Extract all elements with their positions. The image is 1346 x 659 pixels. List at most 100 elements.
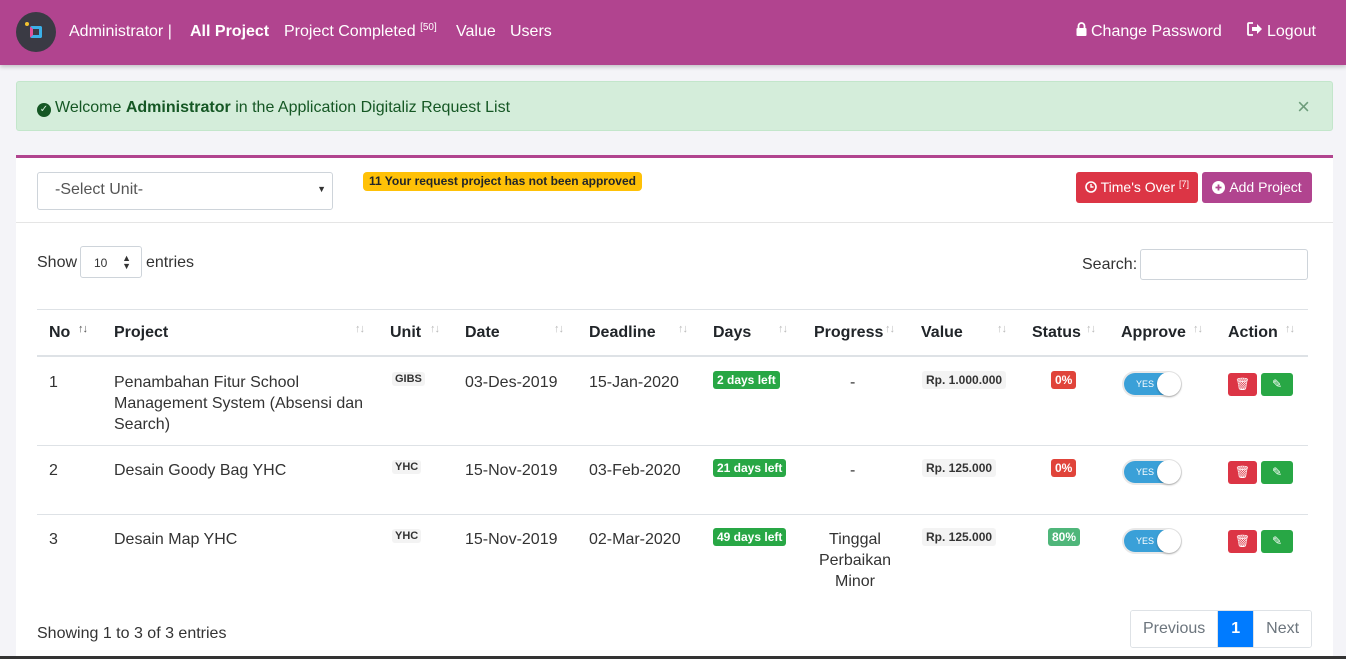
sort-icon[interactable]: ↑↓ bbox=[885, 323, 895, 335]
nav-logout[interactable]: Logout bbox=[1247, 22, 1316, 42]
logout-label: Logout bbox=[1267, 23, 1316, 40]
trash-icon: 🗑 bbox=[1234, 377, 1251, 391]
page-button[interactable]: 1 bbox=[1218, 611, 1254, 647]
trash-icon: 🗑 bbox=[1234, 465, 1251, 479]
toggle-knob bbox=[1157, 460, 1181, 484]
add-project-label: Add Project bbox=[1229, 179, 1302, 195]
welcome-alert: ✓ Welcome Administrator in the Applicatio… bbox=[16, 81, 1333, 131]
lock-icon bbox=[1076, 22, 1087, 36]
edit-icon: ✎ bbox=[1271, 377, 1283, 391]
col-header-progress[interactable]: Progress bbox=[814, 321, 883, 345]
sort-icon[interactable]: ↑↓ bbox=[678, 323, 688, 335]
updown-icon: ▲ ▼ bbox=[122, 253, 131, 271]
project-card: -Select Unit- ▼ 11 Your request project … bbox=[16, 155, 1333, 659]
welcome-prefix: Welcome bbox=[55, 99, 122, 116]
change-password-label: Change Password bbox=[1091, 23, 1222, 40]
entries-length-select[interactable]: 10 ▲ ▼ bbox=[80, 246, 142, 278]
nav-all-project[interactable]: All Project bbox=[190, 22, 269, 42]
cell-project-line: Desain Map YHC bbox=[114, 531, 238, 548]
sort-icon[interactable]: ↑↓ bbox=[355, 323, 365, 335]
cell-date: 15-Nov-2019 bbox=[465, 462, 558, 479]
approve-toggle-label: YES bbox=[1136, 536, 1155, 546]
value-badge: Rp. 1.000.000 bbox=[922, 371, 1007, 389]
chevron-down-icon: ▼ bbox=[317, 184, 326, 194]
sort-icon[interactable]: ↑↓ bbox=[778, 323, 788, 335]
app-logo[interactable] bbox=[16, 12, 56, 52]
delete-button[interactable]: 🗑 bbox=[1228, 461, 1257, 484]
sort-icon[interactable]: ↑↓ bbox=[78, 323, 88, 335]
sort-icon[interactable]: ↑↓ bbox=[430, 323, 440, 335]
col-header-no[interactable]: No bbox=[49, 321, 70, 345]
nav-users[interactable]: Users bbox=[510, 22, 552, 42]
trash-icon: 🗑 bbox=[1234, 534, 1251, 548]
edit-button[interactable]: ✎ bbox=[1261, 373, 1293, 396]
nav-change-password[interactable]: Change Password bbox=[1076, 22, 1222, 42]
table-head-border bbox=[37, 355, 1308, 357]
delete-button[interactable]: 🗑 bbox=[1228, 373, 1257, 396]
check-circle-icon: ✓ bbox=[37, 103, 51, 117]
sort-icon[interactable]: ↑↓ bbox=[1285, 323, 1295, 335]
col-header-approve[interactable]: Approve bbox=[1121, 321, 1186, 345]
welcome-text: ✓ Welcome Administrator in the Applicatio… bbox=[37, 98, 510, 118]
delete-button[interactable]: 🗑 bbox=[1228, 530, 1257, 553]
sort-icon[interactable]: ↑↓ bbox=[1086, 323, 1096, 335]
col-header-value[interactable]: Value bbox=[921, 321, 963, 345]
add-project-button[interactable]: Add Project bbox=[1202, 172, 1312, 203]
plus-circle-icon bbox=[1212, 181, 1226, 194]
cell-project-line: Desain Goody Bag YHC bbox=[114, 462, 287, 479]
entries-label: entries bbox=[146, 254, 195, 271]
previous-page-button[interactable]: Previous bbox=[1131, 611, 1219, 647]
show-label: Show bbox=[37, 254, 78, 271]
sort-icon[interactable]: ↑↓ bbox=[554, 323, 564, 335]
table-top-border bbox=[37, 309, 1308, 310]
sort-icon[interactable]: ↑↓ bbox=[997, 323, 1007, 335]
col-header-action[interactable]: Action bbox=[1228, 321, 1278, 345]
edit-button[interactable]: ✎ bbox=[1261, 461, 1293, 484]
edit-icon: ✎ bbox=[1271, 465, 1283, 479]
approval-warning-badge: 11 Your request project has not been app… bbox=[363, 172, 642, 191]
nav-project-completed[interactable]: Project Completed [50] bbox=[284, 22, 437, 42]
col-header-project[interactable]: Project bbox=[114, 321, 168, 345]
days-left-badge: 49 days left bbox=[713, 528, 787, 546]
unit-badge: YHC bbox=[392, 460, 422, 474]
search-label: Search: bbox=[1082, 256, 1138, 273]
cell-deadline: 03-Feb-2020 bbox=[589, 462, 681, 479]
clock-icon bbox=[1085, 181, 1097, 193]
approve-toggle-label: YES bbox=[1136, 379, 1155, 389]
toggle-knob bbox=[1157, 372, 1181, 396]
col-header-days[interactable]: Days bbox=[713, 321, 751, 345]
nav-value[interactable]: Value bbox=[456, 22, 496, 42]
col-header-deadline[interactable]: Deadline bbox=[589, 321, 656, 345]
cell-deadline: 02-Mar-2020 bbox=[589, 531, 681, 548]
cell-project-line: Search) bbox=[114, 416, 171, 433]
col-header-date[interactable]: Date bbox=[465, 321, 500, 345]
pagination: Previous 1 Next bbox=[1130, 610, 1313, 648]
search-input[interactable] bbox=[1140, 249, 1308, 280]
alert-close-icon[interactable]: × bbox=[1297, 96, 1310, 118]
cell-progress: - bbox=[850, 462, 856, 479]
cell-progress-line: Perbaikan bbox=[818, 552, 892, 569]
cell-progress: - bbox=[850, 374, 856, 391]
approve-toggle[interactable]: YES bbox=[1124, 529, 1181, 553]
times-over-button[interactable]: Time's Over [7] bbox=[1076, 172, 1198, 203]
entries-length-value: 10 bbox=[94, 256, 108, 270]
col-header-unit[interactable]: Unit bbox=[390, 321, 421, 345]
approve-toggle[interactable]: YES bbox=[1124, 372, 1181, 396]
cell-deadline: 15-Jan-2020 bbox=[589, 374, 679, 391]
edit-button[interactable]: ✎ bbox=[1261, 530, 1293, 553]
unit-select[interactable]: -Select Unit- ▼ bbox=[37, 172, 333, 210]
next-page-button[interactable]: Next bbox=[1253, 611, 1312, 647]
logout-icon bbox=[1247, 22, 1262, 36]
sort-icon[interactable]: ↑↓ bbox=[1193, 323, 1203, 335]
value-badge: Rp. 125.000 bbox=[922, 528, 997, 546]
row-divider bbox=[37, 514, 1308, 515]
status-badge: 0% bbox=[1051, 459, 1077, 477]
cell-project-line: Penambahan Fitur School bbox=[114, 374, 299, 391]
nav-project-completed-count: [50] bbox=[420, 22, 437, 33]
table-info: Showing 1 to 3 of 3 entries bbox=[37, 625, 227, 642]
approve-toggle[interactable]: YES bbox=[1124, 460, 1181, 484]
times-over-label: Time's Over bbox=[1100, 179, 1176, 195]
cell-date: 03-Des-2019 bbox=[465, 374, 558, 391]
cell-progress-line: Tinggal bbox=[829, 531, 881, 548]
col-header-status[interactable]: Status bbox=[1032, 321, 1081, 345]
